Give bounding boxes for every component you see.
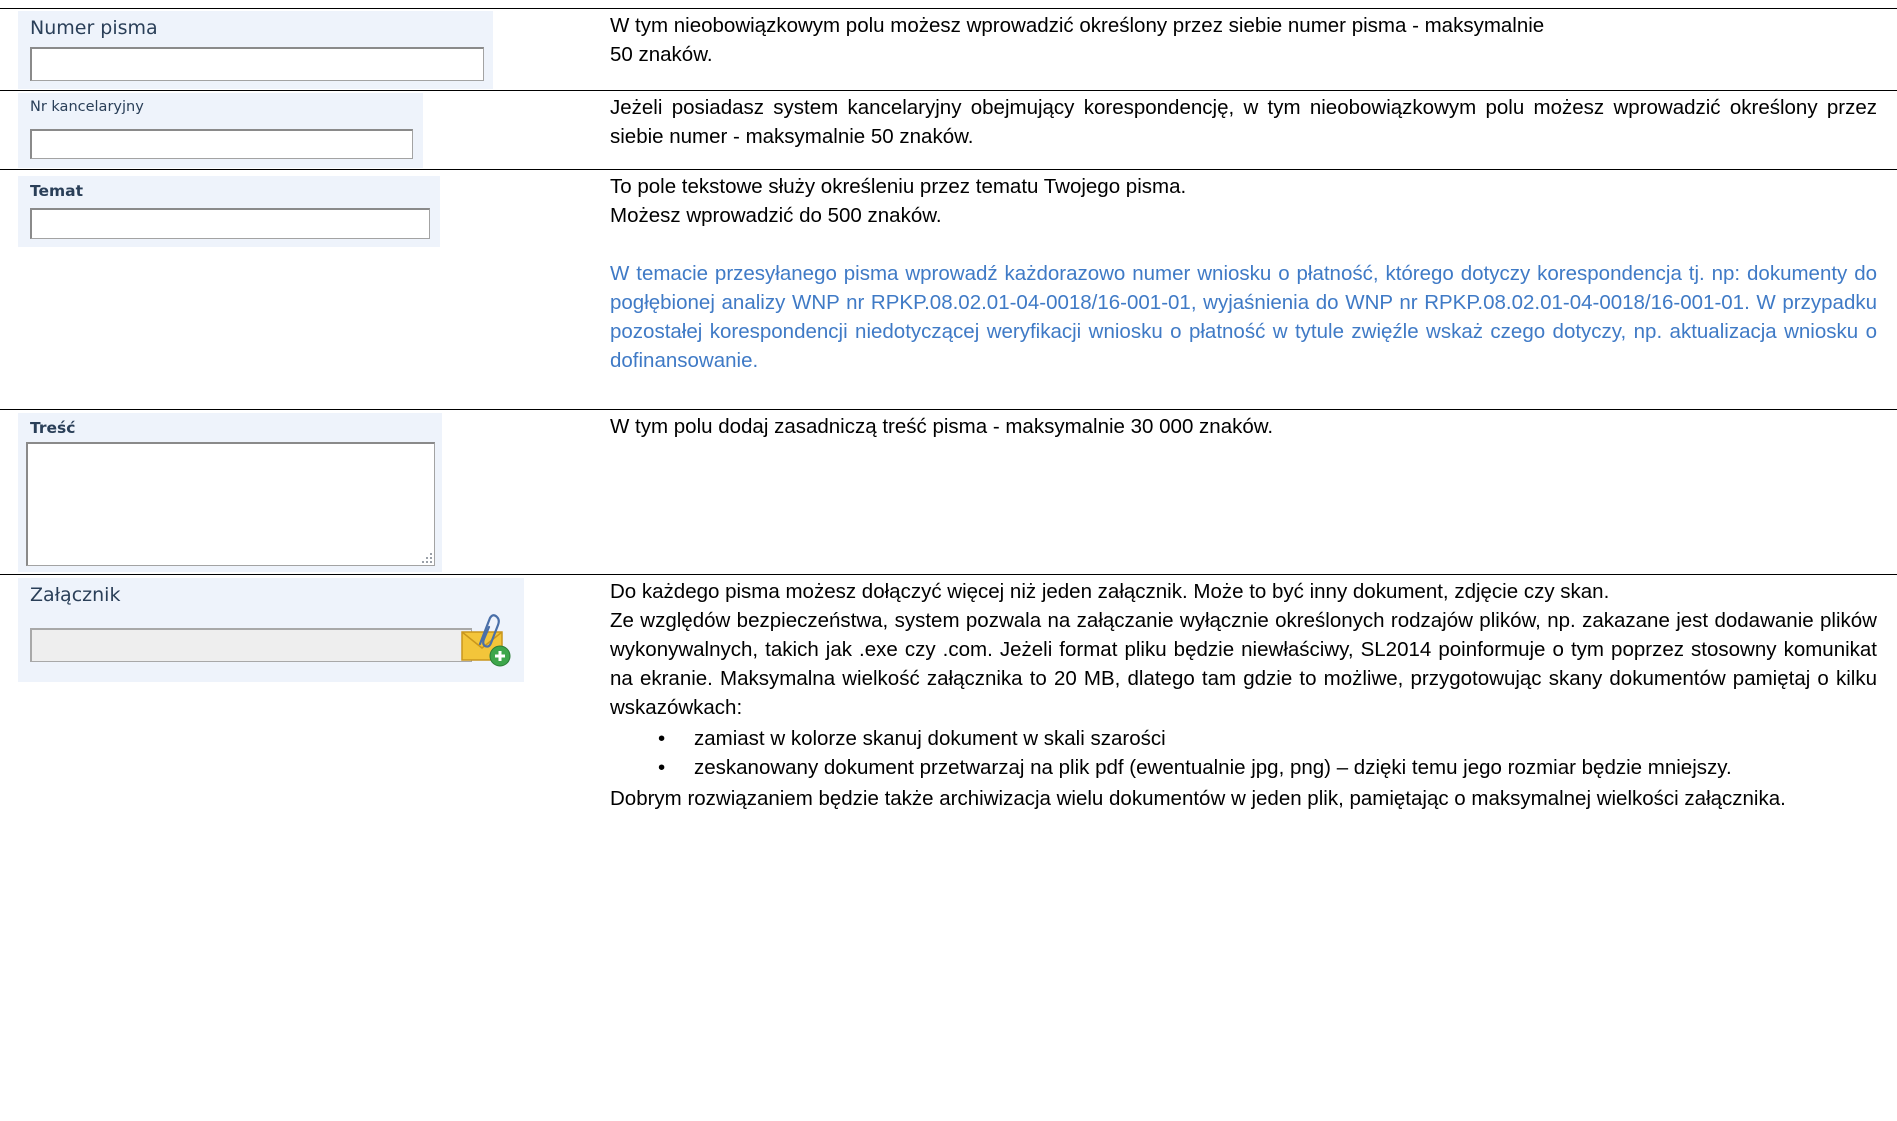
list-item: zamiast w kolorze skanuj dokument w skal…	[658, 724, 1877, 753]
tresc-label: Treść	[30, 419, 76, 437]
numer-pisma-label: Numer pisma	[30, 17, 158, 39]
temat-description-text: To pole tekstowe służy określeniu przez …	[610, 175, 1187, 198]
scan-tips-list: zamiast w kolorze skanuj dokument w skal…	[610, 724, 1877, 782]
row-tresc: Treść W tym polu dodaj zasadniczą treść …	[0, 409, 1897, 574]
numer-pisma-description-text: W tym nieobowiązkowym polu możesz wprowa…	[610, 14, 1545, 37]
tresc-textarea[interactable]	[26, 442, 435, 566]
temat-description-limit: Możesz wprowadzić do 500 znaków.	[610, 204, 942, 227]
temat-note: W temacie przesyłanego pisma wprowadź ka…	[610, 262, 1877, 372]
zalacznik-label: Załącznik	[30, 584, 121, 606]
row-nr-kancelaryjny: Nr kancelaryjny Jeżeli posiadasz system …	[0, 90, 1897, 169]
zalacznik-paragraph: Do każdego pisma możesz dołączyć więcej …	[610, 580, 1610, 603]
numer-pisma-panel: Numer pisma	[18, 11, 493, 89]
nr-kancelaryjny-input[interactable]	[30, 129, 413, 159]
tresc-panel: Treść	[18, 413, 442, 572]
row-numer-pisma: Numer pisma W tym nieobowiązkowym polu m…	[0, 8, 1897, 90]
zalacznik-closing: Dobrym rozwiązaniem będzie także archiwi…	[610, 787, 1786, 810]
numer-pisma-description: W tym nieobowiązkowym polu możesz wprowa…	[610, 11, 1877, 69]
nr-kancelaryjny-label: Nr kancelaryjny	[30, 99, 144, 115]
numer-pisma-input[interactable]	[30, 47, 484, 81]
temat-label: Temat	[30, 182, 84, 200]
temat-panel: Temat	[18, 176, 440, 247]
zalacznik-input[interactable]	[30, 628, 472, 662]
nr-kancelaryjny-panel: Nr kancelaryjny	[18, 93, 423, 168]
list-item: zeskanowany dokument przetwarzaj na plik…	[658, 753, 1877, 782]
resize-grip-icon[interactable]	[420, 551, 432, 563]
temat-input[interactable]	[30, 208, 430, 239]
temat-description: To pole tekstowe służy określeniu przez …	[610, 172, 1877, 375]
zalacznik-description: Do każdego pisma możesz dołączyć więcej …	[610, 577, 1877, 813]
attachment-add-icon-svg	[461, 614, 511, 667]
row-zalacznik: Załącznik Do każdego pisma możesz dołącz…	[0, 574, 1897, 1121]
numer-pisma-description-limit: 50 znaków.	[610, 43, 713, 66]
nr-kancelaryjny-description: Jeżeli posiadasz system kancelaryjny obe…	[610, 96, 1877, 148]
row-temat: Temat To pole tekstowe służy określeniu …	[0, 169, 1897, 409]
zalacznik-panel: Załącznik	[18, 578, 524, 682]
attachment-add-icon[interactable]	[458, 614, 514, 670]
tresc-description: W tym polu dodaj zasadniczą treść pisma …	[610, 415, 1274, 438]
zalacznik-paragraph: Ze względów bezpieczeństwa, system pozwa…	[610, 609, 1877, 719]
